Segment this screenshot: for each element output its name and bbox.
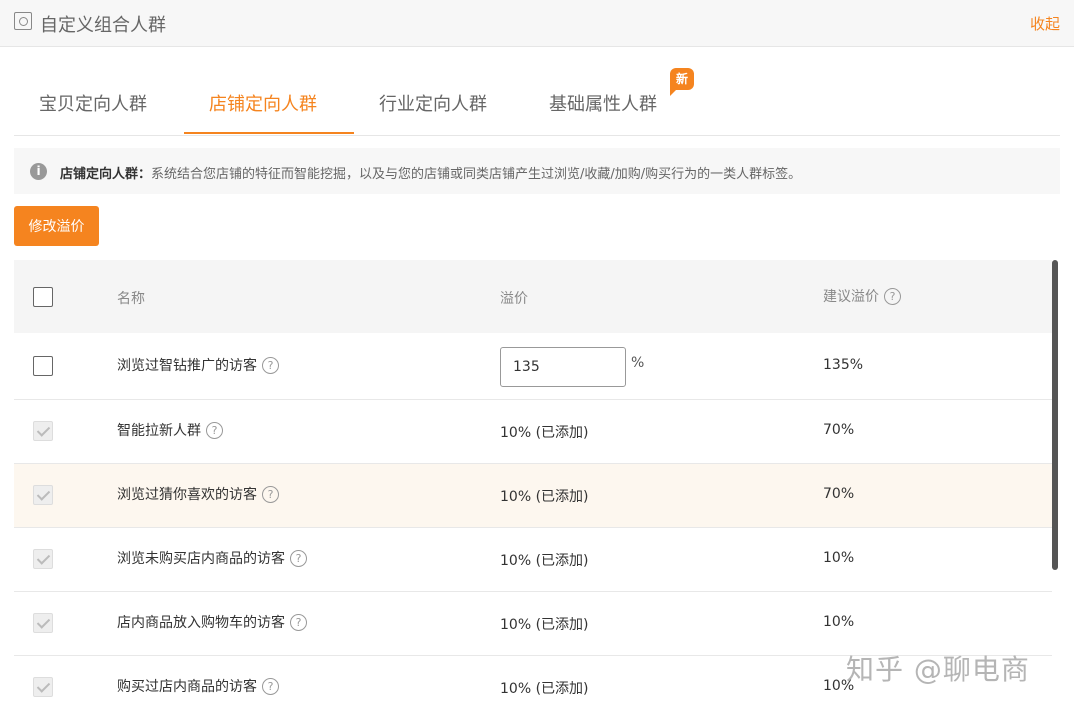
new-badge: 新: [670, 68, 694, 96]
help-icon[interactable]: ?: [290, 614, 307, 631]
info-text: 店铺定向人群：系统结合您店铺的特征而智能挖掘，以及与您的店铺或同类店铺产生过浏览…: [60, 163, 801, 182]
info-icon: i: [30, 163, 47, 180]
table-row: 浏览过智钻推广的访客? % 135%: [14, 333, 1052, 400]
column-premium: 溢价: [500, 291, 528, 307]
crowd-name-text: 浏览过智钻推广的访客: [117, 358, 257, 374]
crowd-name: 浏览未购买店内商品的访客?: [117, 548, 307, 568]
crowd-name-text: 购买过店内商品的访客: [117, 679, 257, 695]
crowd-name: 智能拉新人群?: [117, 420, 223, 440]
crowd-name-text: 浏览过猜你喜欢的访客: [117, 487, 257, 503]
row-checkbox: [33, 677, 53, 697]
column-suggested-premium: 建议溢价?: [823, 286, 901, 306]
crowd-name: 浏览过猜你喜欢的访客?: [117, 484, 279, 504]
crowd-name: 购买过店内商品的访客?: [117, 676, 279, 696]
premium-value: 10% (已添加): [500, 553, 589, 569]
crowd-table: 名称 溢价 建议溢价? 浏览过智钻推广的访客? % 135% 智能拉新人群? 1…: [14, 260, 1052, 711]
suggested-premium: 70%: [823, 422, 855, 438]
row-checkbox: [33, 549, 53, 569]
table-row: 浏览过猜你喜欢的访客? 10% (已添加) 70%: [14, 464, 1052, 528]
crowd-tabs: 宝贝定向人群 店铺定向人群 行业定向人群 基础属性人群 新: [14, 68, 1060, 136]
active-tab-indicator: [184, 132, 354, 134]
modify-premium-button[interactable]: 修改溢价: [14, 206, 99, 246]
premium-value: 10% (已添加): [500, 425, 589, 441]
collapse-link[interactable]: 收起: [1030, 13, 1060, 34]
watermark: 知乎 @聊电商: [846, 653, 1030, 686]
tab-basic-attribute-crowd[interactable]: 基础属性人群: [549, 90, 657, 116]
column-suggested-label: 建议溢价: [823, 289, 879, 305]
crowd-name-text: 浏览未购买店内商品的访客: [117, 551, 285, 567]
crowd-settings-icon: [14, 12, 32, 30]
select-all-checkbox[interactable]: [33, 287, 53, 307]
help-icon[interactable]: ?: [262, 678, 279, 695]
suggested-premium: 10%: [823, 614, 855, 630]
row-checkbox: [33, 421, 53, 441]
help-icon[interactable]: ?: [206, 422, 223, 439]
premium-input[interactable]: [500, 347, 626, 387]
crowd-name: 店内商品放入购物车的访客?: [117, 612, 307, 632]
suggested-premium: 135%: [823, 357, 864, 373]
crowd-name-text: 店内商品放入购物车的访客: [117, 615, 285, 631]
crowd-name-text: 智能拉新人群: [117, 423, 201, 439]
crowd-name: 浏览过智钻推广的访客?: [117, 355, 279, 375]
help-icon[interactable]: ?: [290, 550, 307, 567]
row-checkbox[interactable]: [33, 356, 53, 376]
info-label: 店铺定向人群：: [60, 167, 152, 182]
premium-value: 10% (已添加): [500, 617, 589, 633]
premium-value: 10% (已添加): [500, 489, 589, 505]
help-icon[interactable]: ?: [884, 288, 901, 305]
info-bar: i 店铺定向人群：系统结合您店铺的特征而智能挖掘，以及与您的店铺或同类店铺产生过…: [14, 148, 1060, 194]
tab-item-crowd[interactable]: 宝贝定向人群: [39, 90, 147, 116]
panel-header: 自定义组合人群 收起: [0, 0, 1074, 47]
table-row: 店内商品放入购物车的访客? 10% (已添加) 10%: [14, 592, 1052, 656]
help-icon[interactable]: ?: [262, 357, 279, 374]
suggested-premium: 70%: [823, 486, 855, 502]
panel-title: 自定义组合人群: [40, 15, 166, 36]
premium-value: 10% (已添加): [500, 681, 589, 697]
table-row: 浏览未购买店内商品的访客? 10% (已添加) 10%: [14, 528, 1052, 592]
table-row: 智能拉新人群? 10% (已添加) 70%: [14, 400, 1052, 464]
tab-store-crowd[interactable]: 店铺定向人群: [209, 90, 317, 116]
row-checkbox: [33, 485, 53, 505]
percent-unit: %: [631, 355, 645, 371]
tab-industry-crowd[interactable]: 行业定向人群: [379, 90, 487, 116]
row-checkbox: [33, 613, 53, 633]
help-icon[interactable]: ?: [262, 486, 279, 503]
column-name: 名称: [117, 291, 145, 307]
table-header: 名称 溢价 建议溢价?: [14, 260, 1052, 333]
info-description: 系统结合您店铺的特征而智能挖掘，以及与您的店铺或同类店铺产生过浏览/收藏/加购/…: [151, 167, 802, 182]
vertical-scrollbar[interactable]: [1052, 260, 1058, 570]
suggested-premium: 10%: [823, 550, 855, 566]
